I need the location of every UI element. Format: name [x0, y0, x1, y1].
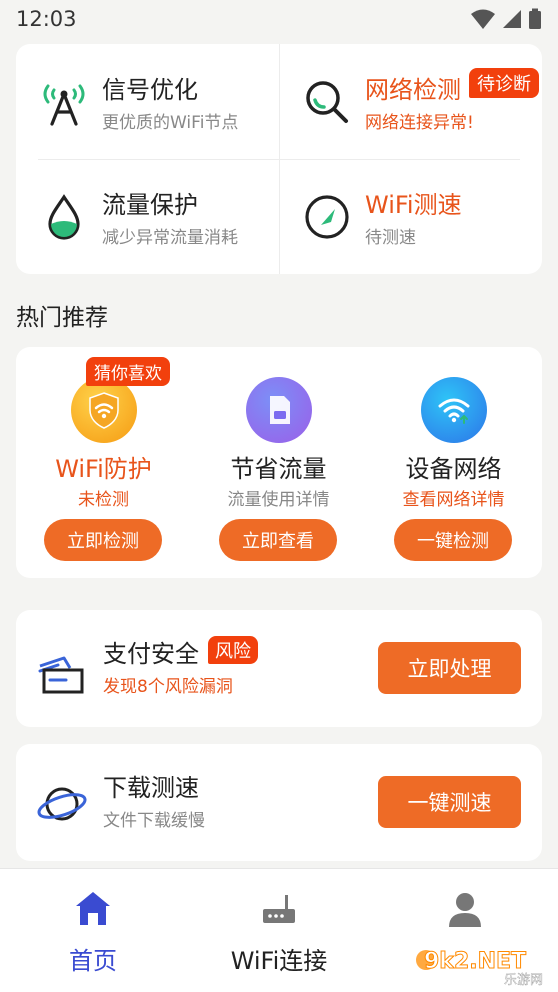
hot-section-title: 热门推荐 — [16, 305, 108, 331]
svg-text:9k2.NET: 9k2.NET — [424, 949, 526, 974]
download-subtitle: 文件下载缓慢 — [103, 811, 205, 831]
rec-desc: 流量使用详情 — [227, 490, 330, 510]
speed-test-button[interactable]: 一键测速 — [378, 776, 521, 828]
download-title: 下载测速 — [103, 774, 199, 802]
feature-title: 网络检测 — [365, 76, 461, 104]
water-drop-icon — [38, 191, 90, 243]
user-icon — [445, 889, 485, 929]
nav-wifi-connect[interactable]: WiFi连接 — [186, 883, 372, 983]
detect-now-button[interactable]: 立即检测 — [44, 519, 162, 561]
rec-name: 设备网络 — [405, 455, 502, 483]
payment-security-card: 支付安全 风险 发现8个风险漏洞 立即处理 — [16, 610, 542, 727]
nav-label: 首页 — [69, 947, 117, 975]
feature-grid: 信号优化 更优质的WiFi节点 网络检测 网络连接异常! 待诊断 流量保护 减少… — [16, 44, 542, 274]
feature-subtitle: 待测速 — [365, 228, 416, 248]
feature-signal-optimize[interactable]: 信号优化 更优质的WiFi节点 — [16, 44, 279, 159]
nav-label: WiFi连接 — [230, 947, 328, 975]
rec-desc: 查看网络详情 — [402, 490, 505, 510]
sim-card-icon — [246, 377, 312, 443]
rec-name: 节省流量 — [230, 455, 327, 483]
payment-subtitle: 发现8个风险漏洞 — [103, 677, 233, 697]
status-icons — [470, 8, 542, 30]
search-icon — [301, 76, 353, 128]
router-icon — [259, 889, 299, 929]
feature-subtitle: 网络连接异常! — [365, 113, 474, 133]
one-click-detect-button[interactable]: 一键检测 — [394, 519, 512, 561]
feature-title: 信号优化 — [102, 76, 198, 104]
feature-subtitle: 更优质的WiFi节点 — [102, 113, 239, 133]
feature-title: 流量保护 — [102, 191, 198, 219]
payment-card-icon — [36, 644, 88, 696]
view-now-button[interactable]: 立即查看 — [219, 519, 337, 561]
svg-text:乐游网: 乐游网 — [504, 973, 543, 986]
download-speed-card: 下载测速 文件下载缓慢 一键测速 — [16, 744, 542, 861]
site-watermark: 9k2.NET 乐游网 — [412, 940, 552, 988]
risk-badge: 风险 — [208, 636, 258, 664]
rec-desc: 未检测 — [78, 490, 129, 510]
battery-icon — [529, 8, 541, 29]
home-icon — [73, 889, 113, 929]
status-time: 12:03 — [16, 7, 77, 31]
cell-signal-icon — [503, 10, 521, 28]
wifi-icon — [421, 377, 487, 443]
wifi-status-icon — [471, 9, 495, 29]
rec-save-traffic: 节省流量 流量使用详情 立即查看 — [191, 347, 366, 578]
wifi-shield-icon — [71, 377, 137, 443]
status-bar: 12:03 — [0, 0, 558, 38]
planet-icon — [36, 778, 88, 830]
handle-now-button[interactable]: 立即处理 — [378, 642, 521, 694]
rec-name: WiFi防护 — [55, 455, 152, 483]
guess-you-like-tag: 猜你喜欢 — [86, 357, 170, 386]
signal-tower-icon — [38, 76, 90, 128]
nav-home[interactable]: 首页 — [0, 883, 186, 983]
payment-title: 支付安全 — [103, 640, 199, 668]
pending-badge: 待诊断 — [469, 68, 539, 98]
feature-title: WiFi测速 — [365, 191, 462, 219]
feature-subtitle: 减少异常流量消耗 — [102, 228, 238, 248]
feature-network-check[interactable]: 网络检测 网络连接异常! 待诊断 — [279, 44, 542, 159]
feature-traffic-protect[interactable]: 流量保护 减少异常流量消耗 — [16, 159, 279, 274]
rec-device-network: 设备网络 查看网络详情 一键检测 — [366, 347, 541, 578]
feature-wifi-speed[interactable]: WiFi测速 待测速 — [279, 159, 542, 274]
speedometer-icon — [301, 191, 353, 243]
